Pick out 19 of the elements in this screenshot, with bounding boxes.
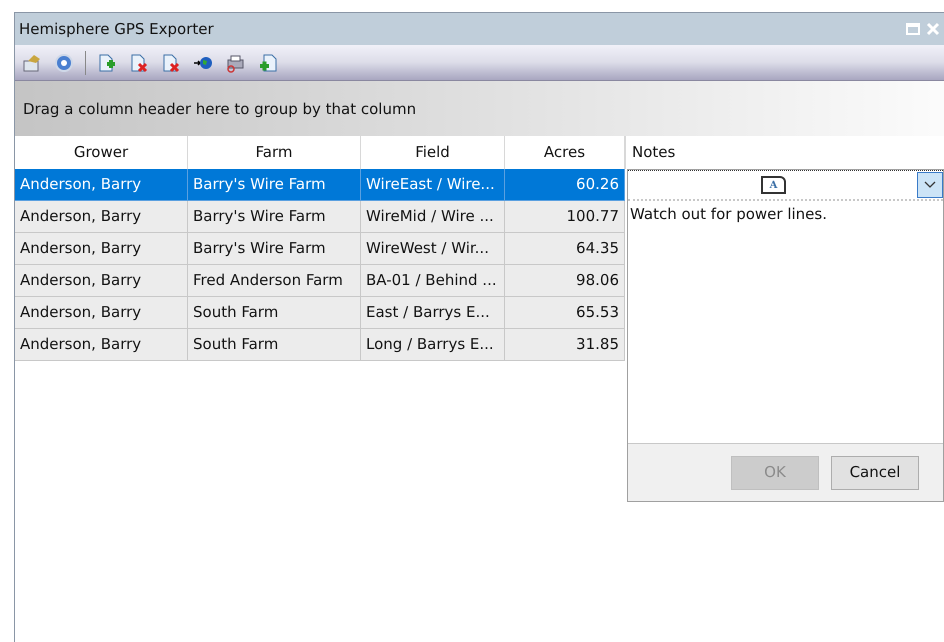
table-cell: Anderson, Barry — [15, 329, 188, 361]
table-row[interactable]: Anderson, Barry Barry's Wire Farm WireEast / Wire... 60.26 — [15, 169, 625, 201]
help-icon[interactable] — [53, 52, 75, 72]
dialog-button[interactable]: Cancel — [831, 456, 919, 490]
table-row[interactable]: Anderson, Barry South Farm Long / Barrys E... 31.85 — [15, 329, 625, 361]
table-cell: 31.85 — [505, 329, 625, 361]
table-row[interactable]: Anderson, Barry Barry's Wire Farm WireWest / Wir... 64.35 — [15, 233, 625, 265]
chevron-down-icon — [924, 181, 936, 189]
table-row[interactable]: Anderson, Barry South Farm East / Barrys E... 65.53 — [15, 297, 625, 329]
window-title: Hemisphere GPS Exporter — [19, 18, 215, 40]
table-row[interactable]: Anderson, Barry Fred Anderson Farm BA-01 / Behind ... 98.06 — [15, 265, 625, 297]
table-row[interactable]: Anderson, Barry Barry's Wire Farm WireMid / Wire ... 100.77 — [15, 201, 625, 233]
dropdown-button[interactable] — [917, 172, 943, 198]
table-cell: Long / Barrys E... — [361, 329, 505, 361]
notes-text-area[interactable]: Watch out for power lines. — [628, 201, 943, 443]
group-hint: Drag a column header here to group by that column — [23, 99, 416, 120]
properties-icon[interactable] — [21, 52, 43, 72]
document-icon: A — [761, 176, 786, 194]
table-cell: South Farm — [188, 329, 361, 361]
